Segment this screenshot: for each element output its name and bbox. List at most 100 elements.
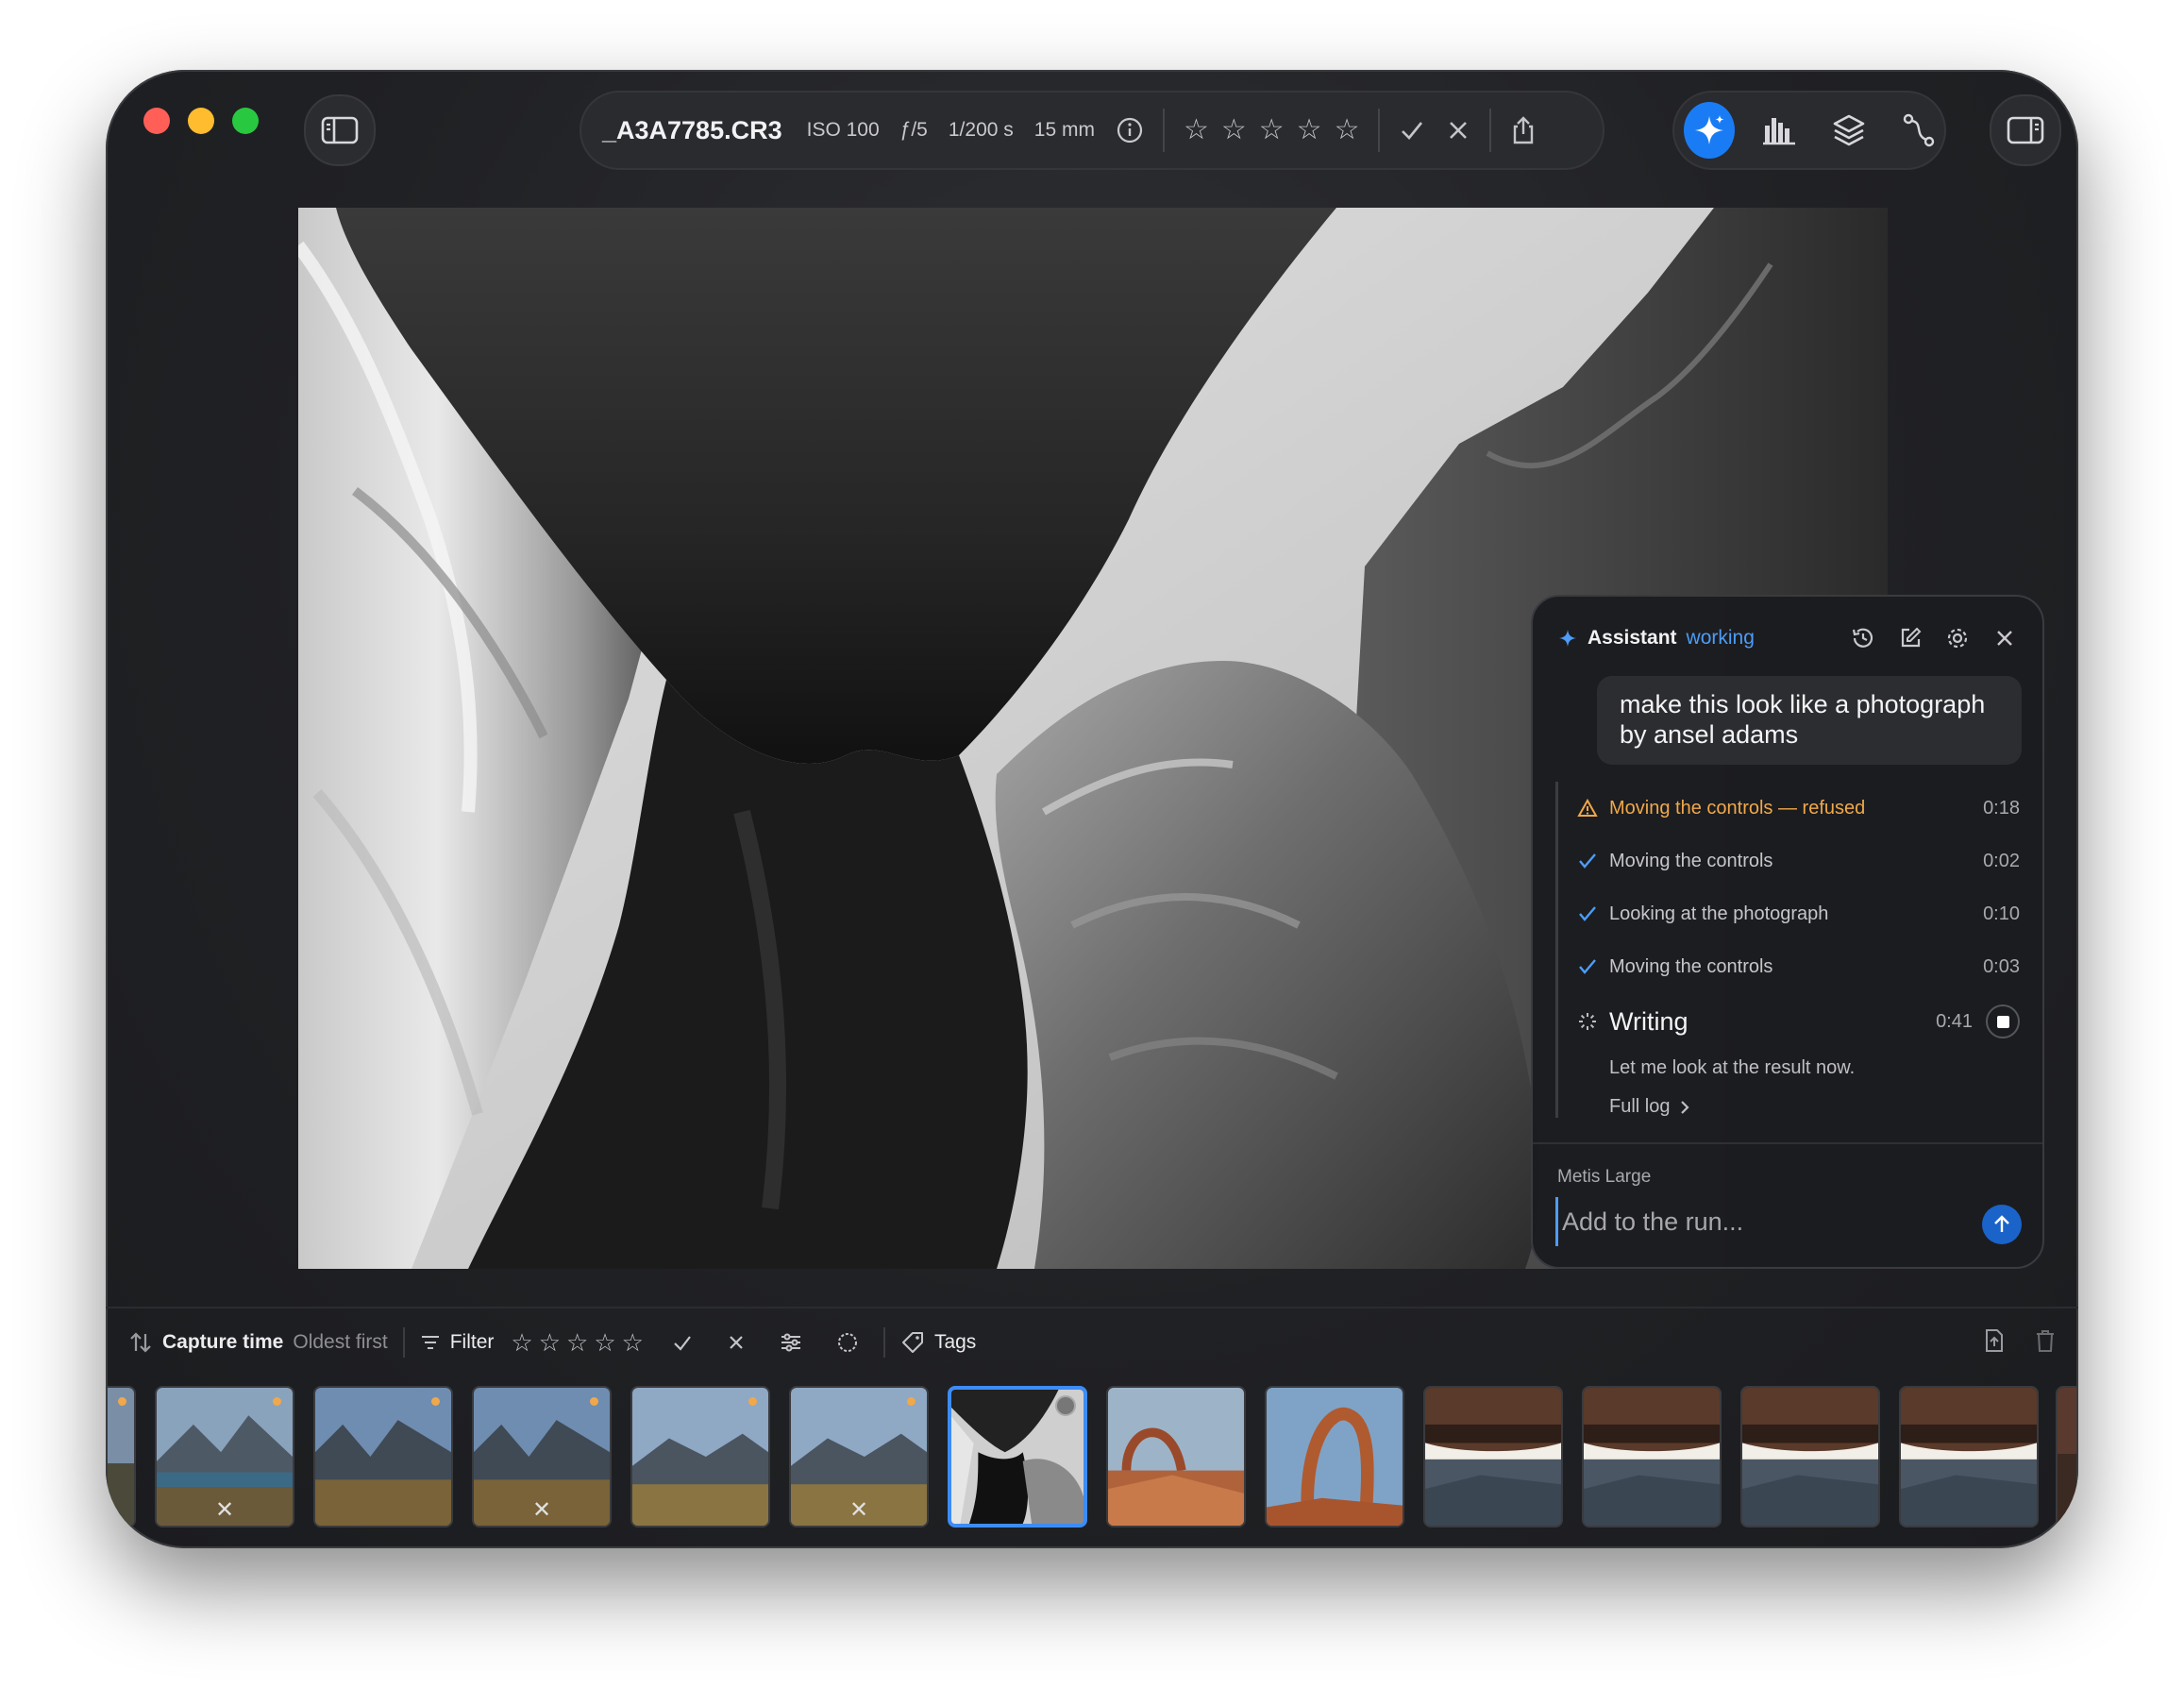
flag-dot bbox=[273, 1397, 281, 1406]
run-input[interactable] bbox=[1555, 1197, 1952, 1246]
thumbnail-partial[interactable] bbox=[106, 1386, 136, 1528]
rejected-x-icon: ✕ bbox=[214, 1497, 235, 1523]
star-1-button[interactable]: ☆ bbox=[1184, 116, 1209, 144]
sort-order[interactable]: Oldest first bbox=[293, 1331, 387, 1354]
thumbnail[interactable]: ✕ bbox=[472, 1386, 612, 1528]
filter-star-2[interactable]: ☆ bbox=[539, 1330, 561, 1355]
sort-button[interactable] bbox=[128, 1330, 153, 1355]
delete-button[interactable] bbox=[2035, 1328, 2056, 1358]
reject-button[interactable] bbox=[1446, 118, 1470, 143]
gear-icon bbox=[1947, 628, 1968, 649]
filter-button[interactable]: Filter bbox=[450, 1331, 495, 1354]
thumbnail[interactable] bbox=[1423, 1386, 1563, 1528]
filter-color-button[interactable] bbox=[836, 1331, 859, 1354]
thumbnail[interactable] bbox=[1899, 1386, 2039, 1528]
new-chat-button[interactable] bbox=[1897, 625, 1924, 651]
layers-tool-button[interactable] bbox=[1823, 102, 1874, 159]
stop-button[interactable] bbox=[1986, 1004, 2020, 1038]
sort-field[interactable]: Capture time bbox=[162, 1331, 283, 1354]
compose-icon bbox=[1901, 627, 1922, 648]
filter-picked-button[interactable] bbox=[672, 1332, 693, 1353]
thumbnail[interactable] bbox=[1740, 1386, 1880, 1528]
star-2-button[interactable]: ☆ bbox=[1221, 116, 1247, 144]
star-5-button[interactable]: ☆ bbox=[1335, 116, 1360, 144]
divider bbox=[1533, 1142, 2042, 1144]
star-4-button[interactable]: ☆ bbox=[1297, 116, 1322, 144]
run-steps: Moving the controls — refused 0:18 Movin… bbox=[1555, 782, 2020, 1118]
spinner-icon bbox=[1577, 1011, 1598, 1032]
filter-star-5[interactable]: ☆ bbox=[622, 1330, 644, 1355]
exif-shutter: 1/200 s bbox=[948, 119, 1014, 141]
info-icon bbox=[1117, 117, 1143, 143]
current-step-label: Writing bbox=[1609, 1006, 1688, 1036]
step-item[interactable]: Moving the controls 0:02 bbox=[1558, 835, 2020, 887]
minimize-window-button[interactable] bbox=[188, 108, 214, 134]
tool-switcher bbox=[1672, 91, 1946, 170]
share-icon bbox=[1514, 116, 1534, 144]
filter-star-rating: ☆ ☆ ☆ ☆ ☆ bbox=[511, 1330, 644, 1355]
curve-tool-button[interactable] bbox=[1893, 102, 1944, 159]
writing-text: Let me look at the result now. bbox=[1609, 1057, 1856, 1078]
thumbnail[interactable] bbox=[1106, 1386, 1246, 1528]
share-button[interactable] bbox=[1510, 115, 1537, 145]
arrow-up-icon bbox=[1994, 1215, 2009, 1232]
step-item[interactable]: Looking at the photograph 0:10 bbox=[1558, 887, 2020, 940]
thumbnail-selected[interactable] bbox=[948, 1386, 1087, 1528]
divider bbox=[106, 1307, 2078, 1308]
flag-dot bbox=[907, 1397, 916, 1406]
checkmark-icon bbox=[1577, 852, 1598, 870]
assistant-tool-button[interactable] bbox=[1684, 102, 1735, 159]
export-file-icon bbox=[1986, 1328, 2003, 1352]
info-button[interactable] bbox=[1116, 116, 1144, 144]
toggle-sidebar-button[interactable] bbox=[304, 94, 376, 166]
filter-star-1[interactable]: ☆ bbox=[511, 1330, 532, 1355]
close-window-button[interactable] bbox=[143, 108, 170, 134]
full-log-link[interactable]: Full log bbox=[1558, 1096, 2020, 1118]
filter-adjustments-button[interactable] bbox=[780, 1332, 802, 1353]
star-3-button[interactable]: ☆ bbox=[1259, 116, 1285, 144]
flag-dot bbox=[748, 1397, 757, 1406]
assistant-actions bbox=[1850, 625, 2018, 651]
model-name[interactable]: Metis Large bbox=[1557, 1167, 1651, 1188]
thumbnail-partial[interactable] bbox=[2056, 1386, 2078, 1528]
thumbnail-image bbox=[315, 1388, 451, 1526]
assistant-status: working bbox=[1686, 627, 1755, 649]
flag-dot bbox=[590, 1397, 598, 1406]
step-time: 0:10 bbox=[1983, 903, 2020, 924]
thumbnail-image bbox=[1267, 1388, 1403, 1526]
filter-rejected-button[interactable] bbox=[727, 1333, 746, 1352]
checkmark-icon bbox=[1402, 122, 1423, 140]
thumbnail[interactable] bbox=[313, 1386, 453, 1528]
close-assistant-button[interactable] bbox=[1991, 625, 2018, 651]
full-log-label: Full log bbox=[1609, 1096, 1671, 1117]
checkmark-icon bbox=[1577, 957, 1598, 976]
file-name: _A3A7785.CR3 bbox=[602, 115, 782, 144]
settings-button[interactable] bbox=[1944, 625, 1971, 651]
pick-button[interactable] bbox=[1399, 117, 1425, 143]
export-button[interactable] bbox=[1984, 1328, 2005, 1358]
send-button[interactable] bbox=[1982, 1205, 2022, 1244]
current-step: Writing 0:41 bbox=[1558, 993, 2020, 1050]
divider bbox=[1162, 109, 1165, 152]
toggle-inspector-button[interactable] bbox=[1990, 94, 2061, 166]
photo-info-bar: _A3A7785.CR3 ISO 100 ƒ/5 1/200 s 15 mm ☆… bbox=[580, 91, 1604, 170]
histogram-tool-button[interactable] bbox=[1754, 102, 1805, 159]
thumbnail[interactable] bbox=[1265, 1386, 1404, 1528]
window-controls bbox=[143, 108, 259, 134]
thumbnail-image bbox=[1901, 1388, 2037, 1526]
filter-star-3[interactable]: ☆ bbox=[566, 1330, 588, 1355]
thumbnail[interactable]: ✕ bbox=[155, 1386, 294, 1528]
thumbnail[interactable] bbox=[1582, 1386, 1722, 1528]
tags-button[interactable]: Tags bbox=[934, 1331, 976, 1354]
history-button[interactable] bbox=[1850, 625, 1876, 651]
filter-star-4[interactable]: ☆ bbox=[594, 1330, 615, 1355]
thumbnail[interactable]: ✕ bbox=[789, 1386, 929, 1528]
zoom-window-button[interactable] bbox=[232, 108, 259, 134]
assistant-panel: Assistant working make this look like a … bbox=[1531, 595, 2044, 1269]
step-item[interactable]: Moving the controls — refused 0:18 bbox=[1558, 782, 2020, 835]
thumbnail[interactable] bbox=[630, 1386, 770, 1528]
thumbnail-image bbox=[632, 1388, 768, 1526]
divider bbox=[402, 1327, 405, 1358]
flag-dot bbox=[118, 1397, 126, 1406]
step-item[interactable]: Moving the controls 0:03 bbox=[1558, 940, 2020, 993]
